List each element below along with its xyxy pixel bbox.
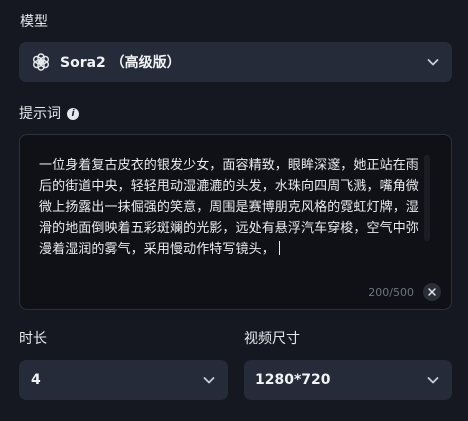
video-size-select[interactable]: 1280*720 — [244, 360, 452, 400]
close-icon — [428, 288, 436, 296]
video-size-label: 视频尺寸 — [244, 331, 300, 347]
prompt-textarea[interactable]: 一位身着复古皮衣的银发少女，面容精致，眼眸深邃，她正站在雨后的街道中央，轻轻甩动… — [19, 134, 452, 310]
duration-select-value: 4 — [31, 372, 41, 388]
chevron-down-icon — [427, 377, 439, 384]
prompt-text-wrapper[interactable]: 一位身着复古皮衣的银发少女，面容精致，眼眸深邃，她正站在雨后的街道中央，轻轻甩动… — [39, 155, 423, 260]
video-size-select-value: 1280*720 — [255, 372, 331, 388]
model-select-value: Sora2 （高级版） — [60, 55, 181, 71]
chevron-down-icon — [427, 59, 439, 66]
chevron-down-icon — [203, 377, 215, 384]
duration-select[interactable]: 4 — [19, 360, 228, 400]
textarea-scrollbar[interactable] — [424, 155, 430, 241]
openai-logo-icon — [31, 52, 51, 72]
character-counter: 200/500 — [368, 286, 414, 299]
model-label: 模型 — [20, 14, 48, 30]
clear-text-button[interactable] — [423, 283, 441, 301]
prompt-label-row: 提示词 i — [19, 105, 79, 123]
prompt-text: 一位身着复古皮衣的银发少女，面容精致，眼眸深邃，她正站在雨后的街道中央，轻轻甩动… — [39, 158, 419, 257]
info-icon[interactable]: i — [67, 108, 79, 120]
model-select[interactable]: Sora2 （高级版） — [19, 42, 452, 82]
duration-label: 时长 — [19, 331, 47, 347]
prompt-label: 提示词 — [19, 106, 61, 122]
text-caret — [278, 241, 280, 255]
